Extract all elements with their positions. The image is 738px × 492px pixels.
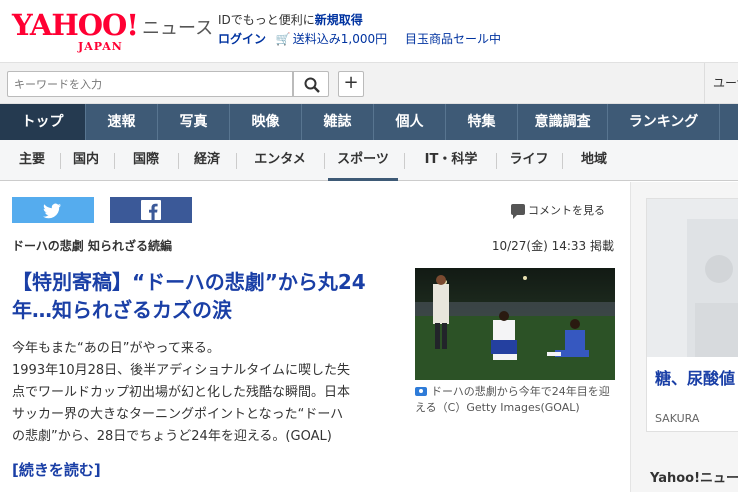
nav-tab-polls[interactable]: 意識調査	[518, 104, 608, 140]
category-tab-international[interactable]: 国際	[120, 150, 172, 172]
promo-text: IDでもっと便利に	[218, 13, 315, 27]
divider	[60, 153, 61, 169]
soccer-players-photo	[415, 268, 615, 380]
nav-tab-features[interactable]: 特集	[446, 104, 518, 140]
login-link[interactable]: ログイン	[218, 32, 266, 46]
summary-line: の悲劇”から、28日でちょうど24年を迎える。(GOAL)	[12, 429, 332, 444]
divider	[562, 153, 563, 169]
category-tab-entertainment[interactable]: エンタメ	[242, 150, 318, 172]
yahoo-japan-logo[interactable]: YAHOO! JAPAN	[12, 8, 140, 53]
divider	[236, 153, 237, 169]
category-tab-domestic[interactable]: 国内	[66, 150, 106, 172]
search-icon	[304, 77, 320, 93]
main-nav: トップ 速報 写真 映像 雑誌 個人 特集 意識調査 ランキング	[0, 104, 738, 140]
article-summary: 今年もまた“あの日”がやって来る。 1993年10月28日、後半アディショナルタ…	[12, 338, 404, 448]
photo-caption-text: ドーハの悲劇から今年で24年目を迎える（C）Getty Images(GOAL)	[415, 385, 610, 414]
summary-line: 1993年10月28日、後半アディショナルタイムに喫した失	[12, 363, 350, 378]
logo-wordmark: YAHOO!	[12, 8, 139, 42]
twitter-share-button[interactable]	[12, 197, 94, 223]
summary-line: 今年もまた“あの日”がやって来る。	[12, 341, 220, 356]
cart-icon: 🛒	[275, 32, 291, 46]
nav-tab-ranking[interactable]: ランキング	[608, 104, 720, 140]
ad-photo	[647, 199, 738, 357]
divider	[404, 153, 405, 169]
nav-tab-photos[interactable]: 写真	[158, 104, 230, 140]
promo-line-2: ログイン 🛒 送料込み1,000円 目玉商品セール中	[218, 30, 501, 47]
category-tab-it-science[interactable]: IT・科学	[412, 150, 490, 172]
article-photo[interactable]	[415, 268, 615, 380]
divider	[324, 153, 325, 169]
nav-tab-top[interactable]: トップ	[0, 104, 86, 140]
nav-tab-individual[interactable]: 個人	[374, 104, 446, 140]
site-header: YAHOO! JAPAN ニュース IDでもっと便利に新規取得 ログイン 🛒 送料…	[0, 0, 738, 62]
nav-tab-video[interactable]: 映像	[230, 104, 302, 140]
facebook-f-icon	[141, 200, 161, 220]
publish-date: 10/27(金) 14:33 掲載	[491, 239, 614, 253]
comments-label: コメントを見る	[528, 204, 605, 217]
search-input[interactable]	[7, 71, 293, 97]
ad-sponsor: SAKURA	[655, 412, 700, 425]
section-name[interactable]: ニュース	[142, 14, 213, 40]
shipping-link[interactable]: 送料込み1,000円	[293, 32, 387, 46]
category-nav: 主要 国内 国際 経済 エンタメ スポーツ IT・科学 ライフ 地域	[0, 140, 738, 181]
category-tab-life[interactable]: ライフ	[502, 150, 556, 172]
sidebar-heading: Yahoo!ニュース	[650, 471, 738, 486]
nav-tab-magazines[interactable]: 雑誌	[302, 104, 374, 140]
summary-line: サッカー界の大きなターニングポイントとなった“ドーハ	[12, 407, 344, 422]
speech-bubble-icon	[511, 204, 525, 219]
divider	[496, 153, 497, 169]
nav-tab-breaking[interactable]: 速報	[86, 104, 158, 140]
ad-card[interactable]: 糖、尿酸値 SAKURA	[646, 198, 738, 432]
search-bar: + ユーザー	[0, 62, 738, 105]
category-tab-regional[interactable]: 地域	[570, 150, 618, 172]
logo-sub: JAPAN	[78, 40, 123, 53]
category-tab-economy[interactable]: 経済	[184, 150, 230, 172]
divider	[178, 153, 179, 169]
summary-line: 点でワールドカップ初出場が幻と化した残酷な瞬間。日本	[12, 385, 351, 400]
add-button[interactable]: +	[338, 71, 364, 97]
category-tab-main[interactable]: 主要	[12, 150, 52, 172]
ad-title[interactable]: 糖、尿酸値	[655, 365, 735, 389]
user-link[interactable]: ユーザー	[704, 63, 738, 105]
read-more-link[interactable]: [続きを読む]	[12, 459, 101, 480]
promo-line-1: IDでもっと便利に新規取得	[218, 11, 363, 28]
category-tab-sports[interactable]: スポーツ	[328, 150, 398, 181]
twitter-bird-icon	[43, 203, 61, 219]
search-button[interactable]	[293, 71, 329, 97]
facebook-share-button[interactable]	[110, 197, 192, 223]
signup-link[interactable]: 新規取得	[315, 13, 363, 27]
article-headline[interactable]: 【特別寄稿】“ドーハの悲劇”から丸24年…知られざるカズの涙	[12, 268, 402, 324]
sale-link[interactable]: 目玉商品セール中	[405, 32, 501, 46]
camera-icon	[415, 387, 427, 396]
comments-link[interactable]: コメントを見る	[511, 202, 605, 219]
divider	[114, 153, 115, 169]
ad-image	[647, 199, 738, 357]
series-title[interactable]: ドーハの悲劇 知られざる続編	[12, 237, 172, 254]
photo-caption: ドーハの悲劇から今年で24年目を迎える（C）Getty Images(GOAL)	[415, 384, 620, 416]
